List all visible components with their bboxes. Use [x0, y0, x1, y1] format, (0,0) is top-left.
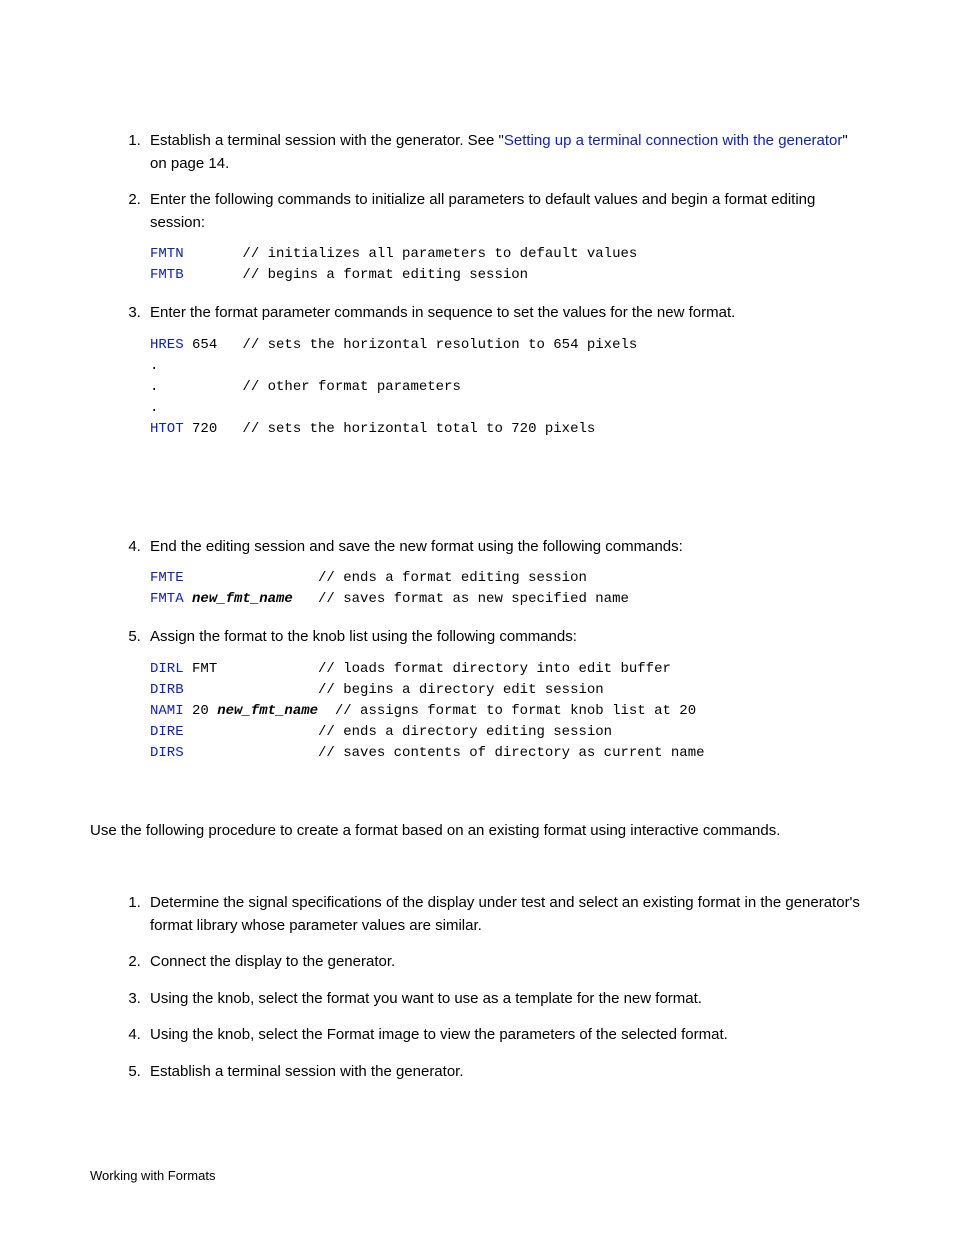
cmd-dirb: DIRB: [150, 682, 184, 698]
cmd-htot: HTOT: [150, 421, 184, 437]
step2-3-text: Using the knob, select the format you wa…: [150, 990, 702, 1007]
step2-4: Using the knob, select the Format image …: [145, 1024, 864, 1047]
cmd-dirl-rest: FMT // loads format directory into edit …: [184, 661, 671, 677]
step2-1-text: Determine the signal specifications of t…: [150, 894, 860, 934]
step2-1: Determine the signal specifications of t…: [145, 892, 864, 937]
step-5-text: Assign the format to the knob list using…: [150, 628, 577, 645]
cmd-hres-rest: 654 // sets the horizontal resolution to…: [184, 337, 638, 353]
footer-text: Working with Formats: [90, 1166, 215, 1186]
cmd-dire: DIRE: [150, 724, 184, 740]
step2-2-text: Connect the display to the generator.: [150, 953, 395, 970]
cmd-hres: HRES: [150, 337, 184, 353]
step-4-text: End the editing session and save the new…: [150, 538, 683, 555]
step2-5-text: Establish a terminal session with the ge…: [150, 1063, 464, 1080]
step-5: Assign the format to the knob list using…: [145, 626, 864, 764]
cmd-fmta-var: new_fmt_name: [184, 591, 293, 607]
procedure-1-list: Establish a terminal session with the ge…: [120, 130, 864, 440]
code-block-save: FMTE // ends a format editing session FM…: [150, 568, 864, 610]
code-dot-3: .: [150, 400, 158, 416]
cmd-fmta: FMTA: [150, 591, 184, 607]
step-2-text: Enter the following commands to initiali…: [150, 191, 815, 231]
procedure-2-intro: Use the following procedure to create a …: [90, 820, 864, 843]
cmd-htot-rest: 720 // sets the horizontal total to 720 …: [184, 421, 596, 437]
procedure-2-list: Determine the signal specifications of t…: [120, 892, 864, 1083]
cmd-dirb-rest: // begins a directory edit session: [184, 682, 604, 698]
procedure-1-list-cont: End the editing session and save the new…: [120, 536, 864, 764]
step-4: End the editing session and save the new…: [145, 536, 864, 611]
step2-4-text: Using the knob, select the Format image …: [150, 1026, 728, 1043]
code-block-knob: DIRL FMT // loads format directory into …: [150, 659, 864, 764]
cmd-dirl: DIRL: [150, 661, 184, 677]
cmd-fmte: FMTE: [150, 570, 184, 586]
cmd-nami-var: new_fmt_name: [217, 703, 318, 719]
step2-2: Connect the display to the generator.: [145, 951, 864, 974]
code-block-init: FMTN // initializes all parameters to de…: [150, 244, 864, 286]
cmd-fmtn: FMTN: [150, 246, 184, 262]
cmd-dirs: DIRS: [150, 745, 184, 761]
terminal-setup-link[interactable]: Setting up a terminal connection with th…: [504, 132, 843, 149]
step-1: Establish a terminal session with the ge…: [145, 130, 864, 175]
cmd-fmtb-comment: // begins a format editing session: [184, 267, 528, 283]
cmd-fmte-rest: // ends a format editing session: [184, 570, 587, 586]
cmd-dire-rest: // ends a directory editing session: [184, 724, 612, 740]
code-dot-2: . // other format parameters: [150, 379, 461, 395]
cmd-fmta-rest: // saves format as new specified name: [293, 591, 629, 607]
code-dot-1: .: [150, 358, 158, 374]
cmd-nami-rest: // assigns format to format knob list at…: [318, 703, 696, 719]
step-2: Enter the following commands to initiali…: [145, 189, 864, 286]
step-3: Enter the format parameter commands in s…: [145, 302, 864, 440]
cmd-dirs-rest: // saves contents of directory as curren…: [184, 745, 705, 761]
step-3-text: Enter the format parameter commands in s…: [150, 304, 735, 321]
cmd-nami: NAMI: [150, 703, 184, 719]
cmd-nami-mid: 20: [184, 703, 218, 719]
code-block-params: HRES 654 // sets the horizontal resoluti…: [150, 335, 864, 440]
step2-3: Using the knob, select the format you wa…: [145, 988, 864, 1011]
cmd-fmtn-comment: // initializes all parameters to default…: [184, 246, 638, 262]
step-1-text-a: Establish a terminal session with the ge…: [150, 132, 504, 149]
cmd-fmtb: FMTB: [150, 267, 184, 283]
step2-5: Establish a terminal session with the ge…: [145, 1061, 864, 1084]
